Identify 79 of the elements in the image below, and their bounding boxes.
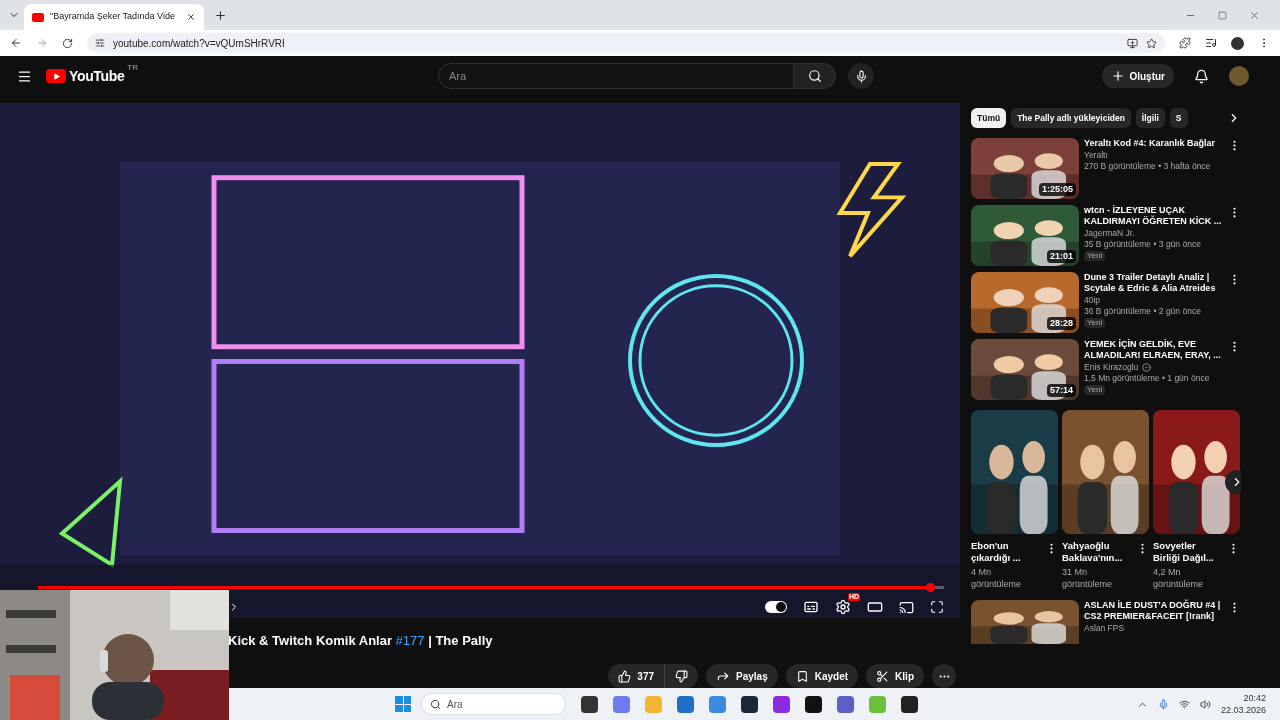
new-tab-icon[interactable] bbox=[214, 8, 227, 22]
clip-button[interactable]: Klip bbox=[866, 664, 924, 688]
clock-time[interactable]: 20:42 bbox=[1243, 692, 1266, 704]
filter-chip[interactable]: Tümü bbox=[971, 108, 1007, 128]
app-icon[interactable] bbox=[581, 695, 598, 713]
plus-icon bbox=[1111, 69, 1126, 83]
share-button[interactable]: Paylaş bbox=[706, 664, 778, 688]
scissors-icon bbox=[876, 669, 890, 683]
voice-search-button[interactable] bbox=[848, 63, 875, 89]
extensions-icon[interactable] bbox=[1179, 37, 1191, 49]
bookmark-icon bbox=[795, 669, 809, 683]
video-title[interactable]: Yeraltı Kod #4: Karanlık Bağlar bbox=[1084, 138, 1223, 149]
reload-icon[interactable] bbox=[62, 37, 73, 49]
microphone-icon[interactable] bbox=[1157, 698, 1169, 710]
video-title[interactable]: ASLAN İLE DUST'A DOĞRU #4 | CS2 PREMIER&FACEIT [!rank] bbox=[1084, 600, 1223, 622]
notifications-icon[interactable] bbox=[1194, 68, 1209, 84]
search-field[interactable]: Ara bbox=[438, 63, 795, 89]
channel-name[interactable]: 40ip bbox=[1084, 295, 1101, 306]
youtube-logo-icon[interactable] bbox=[46, 69, 66, 83]
channel-name[interactable]: JagermaN Jr. bbox=[1084, 228, 1135, 239]
more-button[interactable] bbox=[932, 664, 956, 688]
volume-icon[interactable] bbox=[1199, 698, 1211, 710]
youtube-favicon-icon bbox=[32, 12, 44, 22]
menu-icon[interactable] bbox=[17, 68, 32, 84]
video-meta: 36 B görüntüleme • 2 gün önce bbox=[1084, 306, 1202, 317]
video-meta: 1,5 Mn görüntüleme • 1 gün önce bbox=[1084, 373, 1211, 384]
search-icon bbox=[807, 69, 822, 83]
video-meta: 35 B görüntüleme • 3 gün önce bbox=[1084, 239, 1202, 250]
create-button[interactable]: Oluştur bbox=[1102, 64, 1174, 88]
filter-chip[interactable]: S bbox=[1169, 108, 1188, 128]
channel-name[interactable]: Aslan FPS bbox=[1084, 623, 1125, 634]
search-icon bbox=[430, 698, 441, 710]
install-icon[interactable] bbox=[1127, 37, 1138, 49]
search-button[interactable] bbox=[794, 63, 837, 89]
back-icon[interactable] bbox=[10, 37, 22, 49]
short-title[interactable]: Ebon'un çıkardığı ... bbox=[971, 540, 1041, 564]
channel-avatar[interactable] bbox=[1229, 66, 1249, 86]
thumbs-up-icon bbox=[618, 669, 632, 683]
close-icon[interactable] bbox=[1249, 9, 1260, 21]
taskbar-search[interactable]: Ara bbox=[421, 693, 566, 715]
short-views: 4,2 Mn görüntüleme bbox=[1153, 566, 1205, 590]
short-views: 4 Mn görüntüleme bbox=[971, 566, 1023, 590]
channel-name[interactable]: Enis Kirazoglu bbox=[1084, 362, 1139, 373]
microphone-icon bbox=[854, 69, 868, 83]
address-bar[interactable]: youtube.com/watch?v=vQUmSHrRVRI bbox=[87, 33, 1165, 53]
thumbs-down-icon bbox=[675, 669, 689, 683]
video-title[interactable]: Dune 3 Trailer Detaylı Analiz | Scytale & Edric & Alia Atreides bbox=[1084, 272, 1223, 294]
short-title[interactable]: Yahyaoğlu Baklava'nın... bbox=[1062, 540, 1132, 564]
app-icon[interactable] bbox=[741, 695, 758, 713]
profile-avatar[interactable] bbox=[1231, 36, 1244, 50]
save-button[interactable]: Kaydet bbox=[785, 664, 859, 688]
filter-chip[interactable]: The Pally adlı yükleyiciden bbox=[1011, 108, 1131, 128]
new-badge: Yeni bbox=[1084, 318, 1106, 328]
channel-name[interactable]: Yeraltı bbox=[1084, 150, 1108, 161]
network-icon[interactable] bbox=[1178, 698, 1190, 710]
clock-date[interactable]: 22.03.2026 bbox=[1220, 704, 1266, 716]
filter-chip[interactable]: İlgili bbox=[1135, 108, 1165, 128]
new-badge: Yeni bbox=[1084, 385, 1106, 395]
short-views: 31 Mn görüntüleme bbox=[1062, 566, 1114, 590]
region-label: TR bbox=[127, 61, 139, 74]
short-title[interactable]: Sovyetler Birliği Dağıl... bbox=[1153, 540, 1223, 564]
video-title[interactable]: wtcn - İZLEYENE UÇAK KALDIRMAYI ÖĞRETEN KİCK ... bbox=[1084, 205, 1223, 227]
youtube-wordmark[interactable]: YouTube bbox=[69, 65, 125, 87]
tab-title: "Bayramda Şeker Tadında Vide bbox=[50, 10, 176, 24]
search-placeholder: Ara bbox=[447, 697, 463, 712]
media-icon[interactable] bbox=[1205, 37, 1217, 49]
video-meta: 270 B görüntüleme • 3 hafta önce bbox=[1084, 161, 1212, 172]
app-icon[interactable] bbox=[901, 695, 918, 713]
bookmark-star-icon[interactable] bbox=[1146, 37, 1157, 49]
video-title[interactable]: YEMEK İÇİN GELDİK, EVE ALMADILAR! ELRAEN, ERAY, ... bbox=[1084, 339, 1223, 361]
share-icon bbox=[716, 669, 731, 683]
site-info-icon[interactable] bbox=[95, 38, 105, 48]
start-icon[interactable] bbox=[395, 696, 411, 712]
new-badge: Yeni bbox=[1084, 251, 1106, 261]
close-icon[interactable] bbox=[186, 12, 196, 22]
url-text: youtube.com/watch?v=vQUmSHrRVRI bbox=[113, 36, 285, 51]
browser-tab[interactable]: "Bayramda Şeker Tadında Vide bbox=[24, 4, 204, 30]
app-icon[interactable] bbox=[805, 695, 822, 713]
video-title: Kick & Twitch Komik Anlar #177 | The Pally bbox=[228, 633, 493, 648]
